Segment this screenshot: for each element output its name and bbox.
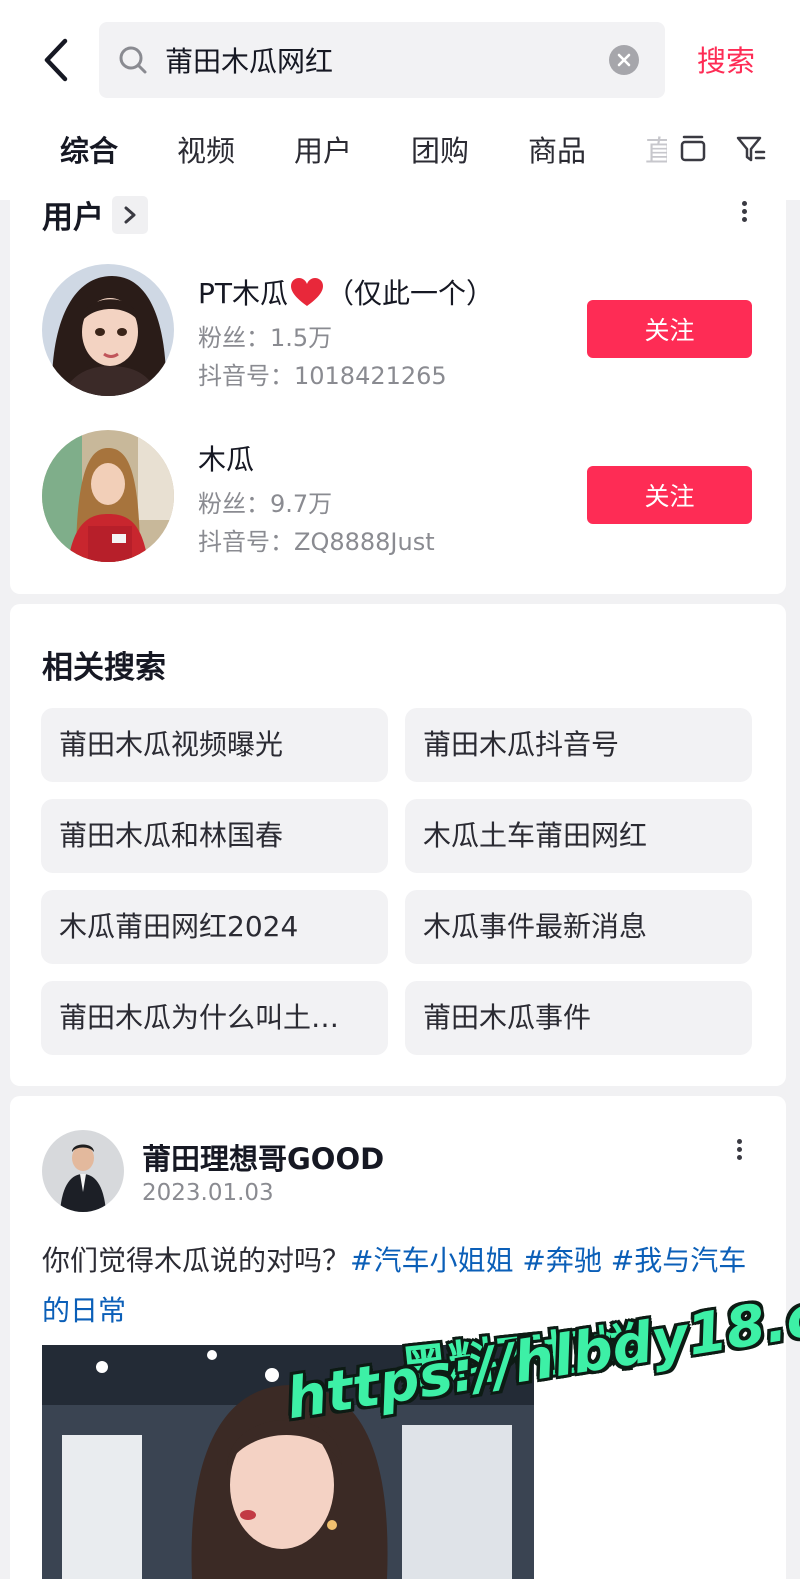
avatar[interactable] <box>42 430 174 562</box>
tab-products[interactable]: 商品 <box>528 128 586 170</box>
tab-users[interactable]: 用户 <box>294 128 352 170</box>
back-button[interactable] <box>34 36 78 84</box>
avatar[interactable] <box>42 264 174 396</box>
tab-live[interactable]: 直 <box>645 128 667 170</box>
clear-icon[interactable] <box>609 45 639 75</box>
chevron-left-icon <box>44 38 68 82</box>
post-author-name[interactable]: 莆田理想哥GOOD <box>142 1136 384 1178</box>
related-search-chip[interactable]: 莆田木瓜事件 <box>405 981 752 1055</box>
search-icon <box>117 44 149 76</box>
follow-button[interactable]: 关注 <box>587 300 752 358</box>
users-more-button[interactable] <box>112 196 148 234</box>
douyin-id: 抖音号：1018421265 <box>198 362 447 390</box>
related-search-chip[interactable]: 莆田木瓜抖音号 <box>405 708 752 782</box>
fans-count: 粉丝：1.5万 <box>198 324 333 352</box>
post-more-options-icon[interactable] <box>733 1136 745 1170</box>
user-name[interactable]: PT木瓜 （仅此一个） <box>198 272 494 312</box>
hashtag[interactable]: #汽车小姐姐 <box>350 1244 513 1277</box>
search-button[interactable]: 搜索 <box>697 38 755 80</box>
search-input[interactable] <box>165 43 609 77</box>
related-search-chip[interactable]: 莆田木瓜为什么叫土… <box>41 981 388 1055</box>
list-view-icon[interactable] <box>676 132 710 166</box>
tab-video[interactable]: 视频 <box>177 128 235 170</box>
related-searches-title: 相关搜索 <box>42 650 166 686</box>
user-name[interactable]: 木瓜 <box>198 438 254 478</box>
related-search-chip[interactable]: 莆田木瓜和林国春 <box>41 799 388 873</box>
follow-button[interactable]: 关注 <box>587 466 752 524</box>
search-box[interactable] <box>99 22 665 98</box>
related-search-chip[interactable]: 木瓜事件最新消息 <box>405 890 752 964</box>
hashtag[interactable]: #奔驰 <box>522 1244 601 1277</box>
tab-comprehensive[interactable]: 综合 <box>60 128 118 170</box>
tab-group-buy[interactable]: 团购 <box>411 128 469 170</box>
post-date: 2023.01.03 <box>142 1180 274 1206</box>
users-more-options-icon[interactable] <box>738 198 750 232</box>
users-section-title: 用户 <box>42 200 104 236</box>
top-bar: 搜索 综合 视频 用户 团购 商品 直 <box>0 0 800 200</box>
related-search-chip[interactable]: 木瓜莆田网红2024 <box>41 890 388 964</box>
filter-icon[interactable] <box>734 132 768 166</box>
related-search-chip[interactable]: 木瓜土车莆田网红 <box>405 799 752 873</box>
heart-icon <box>291 278 323 306</box>
author-avatar[interactable] <box>42 1130 124 1212</box>
chevron-right-icon <box>124 206 136 224</box>
fans-count: 粉丝：9.7万 <box>198 490 333 518</box>
douyin-id: 抖音号：ZQ8888Just <box>198 528 435 556</box>
tab-bar: 综合 视频 用户 团购 商品 直 <box>0 124 800 182</box>
related-search-chip[interactable]: 莆田木瓜视频曝光 <box>41 708 388 782</box>
